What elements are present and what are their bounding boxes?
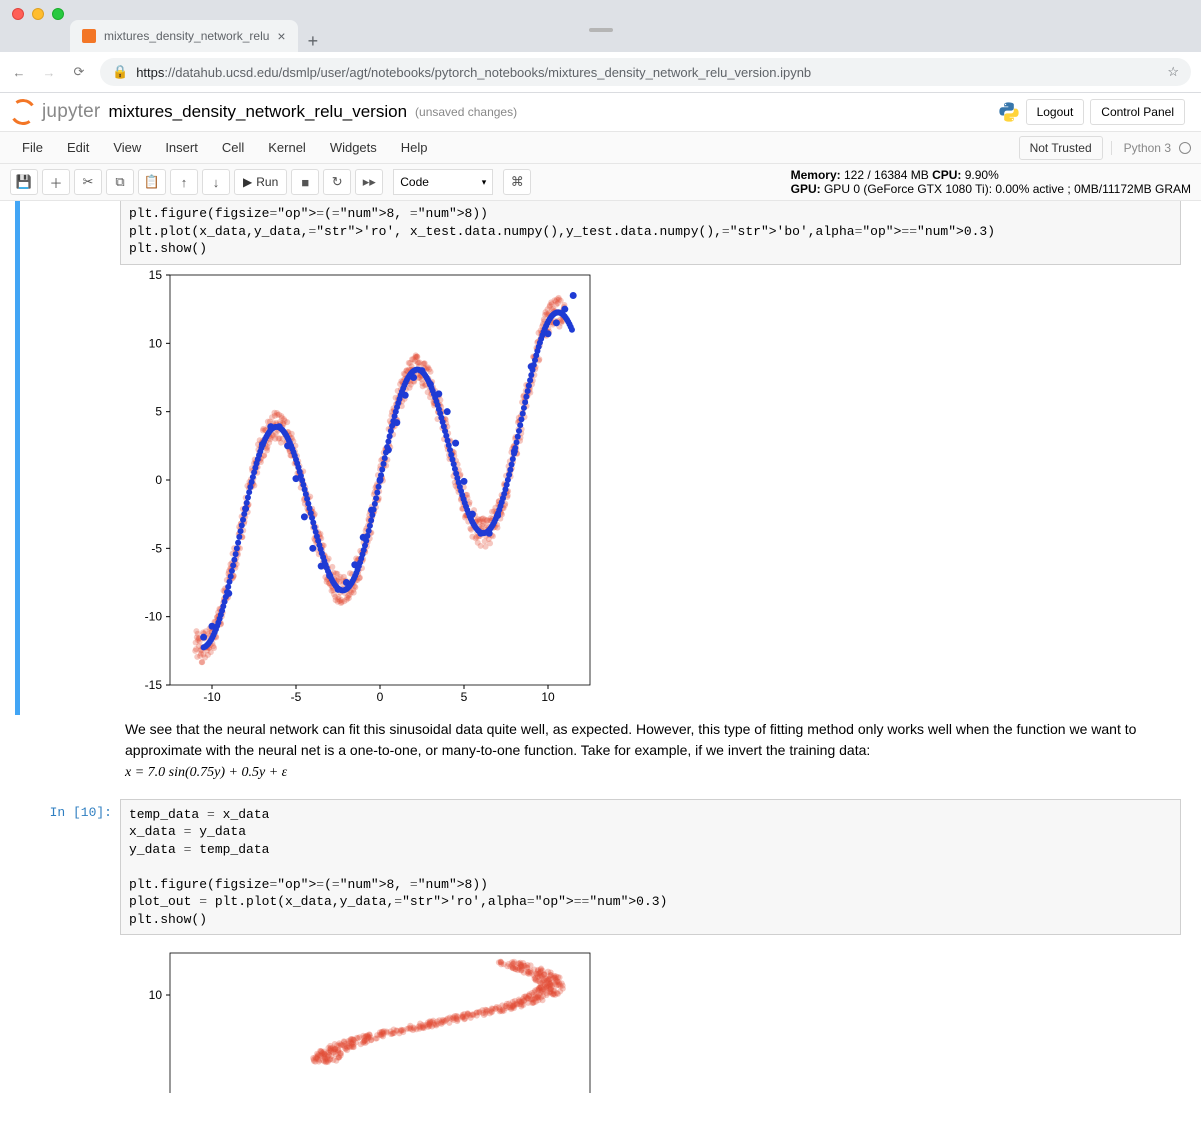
resource-status: Memory: 122 / 16384 MB CPU: 9.90% GPU: G… [791,168,1191,196]
menu-cell[interactable]: Cell [210,134,256,161]
menu-edit[interactable]: Edit [55,134,101,161]
command-palette-button[interactable]: ⌘ [503,169,531,195]
scatter-chart: -10 -5 0 5 10 -15 -10 -5 0 5 10 15 [120,265,600,715]
logout-button[interactable]: Logout [1026,99,1085,125]
scatter-chart-2: 10 [120,943,600,1093]
kernel-indicator-icon [1179,142,1191,154]
cell-type-select[interactable]: Code ▾ [393,169,493,195]
chevron-down-icon: ▾ [482,177,487,188]
tab-title: mixtures_density_network_relu [104,29,269,43]
notebook-header: jupyter mixtures_density_network_relu_ve… [0,93,1201,132]
play-icon: ▶ [243,175,252,189]
window-maximize-icon[interactable] [52,8,64,20]
copy-cell-button[interactable]: ⧉ [106,169,134,195]
kernel-name: Python 3 [1111,141,1171,155]
svg-text:0: 0 [377,690,384,704]
tab-close-icon[interactable]: × [277,28,285,44]
gpu-value: GPU 0 (GeForce GTX 1080 Ti): 0.00% activ… [821,182,1191,196]
menubar: FileEditViewInsertCellKernelWidgetsHelp … [0,132,1201,164]
forward-icon[interactable]: → [40,65,58,80]
bookmark-icon[interactable]: ☆ [1167,64,1179,80]
lock-icon: 🔒 [112,64,128,80]
paste-cell-button[interactable]: 📋 [138,169,166,195]
run-button[interactable]: ▶ Run [234,169,287,195]
menu-view[interactable]: View [101,134,153,161]
svg-text:5: 5 [461,690,468,704]
url-scheme: https [136,65,164,80]
cpu-value: 9.90% [961,168,998,182]
svg-text:10: 10 [149,336,163,350]
run-label: Run [256,175,278,189]
notebook-save-status: (unsaved changes) [415,105,517,119]
url-bar-row: ← → ⟳ 🔒 https://datahub.ucsd.edu/dsmlp/u… [0,52,1201,93]
menu-insert[interactable]: Insert [153,134,210,161]
jupyter-logo-icon [8,97,38,127]
reload-icon[interactable]: ⟳ [70,64,88,80]
prompt: In [10]: [20,799,120,1094]
memory-value: 122 / 16384 MB [841,168,932,182]
svg-text:-5: -5 [151,541,162,555]
tab-strip: mixtures_density_network_relu × + [0,16,1201,52]
jupyter-logo[interactable]: jupyter [10,99,100,125]
chart-output-2: 10 [120,943,1181,1093]
gpu-label: GPU: [791,182,821,196]
markdown-cell[interactable]: We see that the neural network can fit t… [20,715,1181,787]
restart-run-all-button[interactable]: ▸▸ [355,169,383,195]
svg-text:15: 15 [149,268,163,282]
restart-button[interactable]: ↻ [323,169,351,195]
svg-text:10: 10 [541,690,555,704]
window-close-icon[interactable] [12,8,24,20]
control-panel-button[interactable]: Control Panel [1090,99,1185,125]
svg-text:-5: -5 [291,690,302,704]
toolbar: 💾 ＋ ✂ ⧉ 📋 ↑ ↓ ▶ Run ■ ↻ ▸▸ Code ▾ ⌘ Memor… [0,164,1201,201]
svg-text:-10: -10 [145,609,163,623]
code-cell[interactable]: plt.figure(figsize="op">=(="num">8, ="nu… [15,201,1181,715]
chart-output: -10 -5 0 5 10 -15 -10 -5 0 5 10 15 [120,265,1181,715]
cpu-label: CPU: [932,168,961,182]
equation: x = 7.0 sin(0.75y) + 0.5y + ε [125,765,287,780]
svg-text:-15: -15 [145,678,163,692]
browser-chrome: mixtures_density_network_relu × + ← → ⟳ … [0,0,1201,93]
url-path: ://datahub.ucsd.edu/dsmlp/user/agt/noteb… [164,65,811,80]
window-minimize-icon[interactable] [32,8,44,20]
svg-text:5: 5 [155,404,162,418]
notebook-name[interactable]: mixtures_density_network_relu_version [108,102,407,122]
menu-help[interactable]: Help [389,134,440,161]
notebook-area: plt.figure(figsize="op">=(="num">8, ="nu… [0,201,1201,1133]
svg-text:10: 10 [149,988,163,1002]
new-tab-button[interactable]: + [298,31,329,52]
jupyter-logo-text: jupyter [42,101,100,123]
interrupt-button[interactable]: ■ [291,169,319,195]
code-cell[interactable]: In [10]: temp_data = x_data x_data = y_d… [20,799,1181,1094]
save-button[interactable]: 💾 [10,169,38,195]
code-input[interactable]: plt.figure(figsize="op">=(="num">8, ="nu… [120,201,1181,265]
back-icon[interactable]: ← [10,65,28,80]
menu-file[interactable]: File [10,134,55,161]
move-up-button[interactable]: ↑ [170,169,198,195]
tab-favicon-icon [82,29,96,43]
code-input[interactable]: temp_data = x_data x_data = y_data y_dat… [120,799,1181,936]
menu-widgets[interactable]: Widgets [318,134,389,161]
cell-type-value: Code [400,175,429,189]
move-down-button[interactable]: ↓ [202,169,230,195]
browser-tab[interactable]: mixtures_density_network_relu × [70,20,298,52]
menu-kernel[interactable]: Kernel [256,134,318,161]
markdown-text: We see that the neural network can fit t… [125,721,1136,758]
url-field[interactable]: 🔒 https://datahub.ucsd.edu/dsmlp/user/ag… [100,58,1191,86]
prompt [20,201,120,715]
cut-cell-button[interactable]: ✂ [74,169,102,195]
memory-label: Memory: [791,168,841,182]
svg-text:0: 0 [155,473,162,487]
trust-button[interactable]: Not Trusted [1019,136,1103,160]
python-logo-icon [998,101,1020,123]
insert-cell-button[interactable]: ＋ [42,169,70,195]
svg-text:-10: -10 [203,690,221,704]
